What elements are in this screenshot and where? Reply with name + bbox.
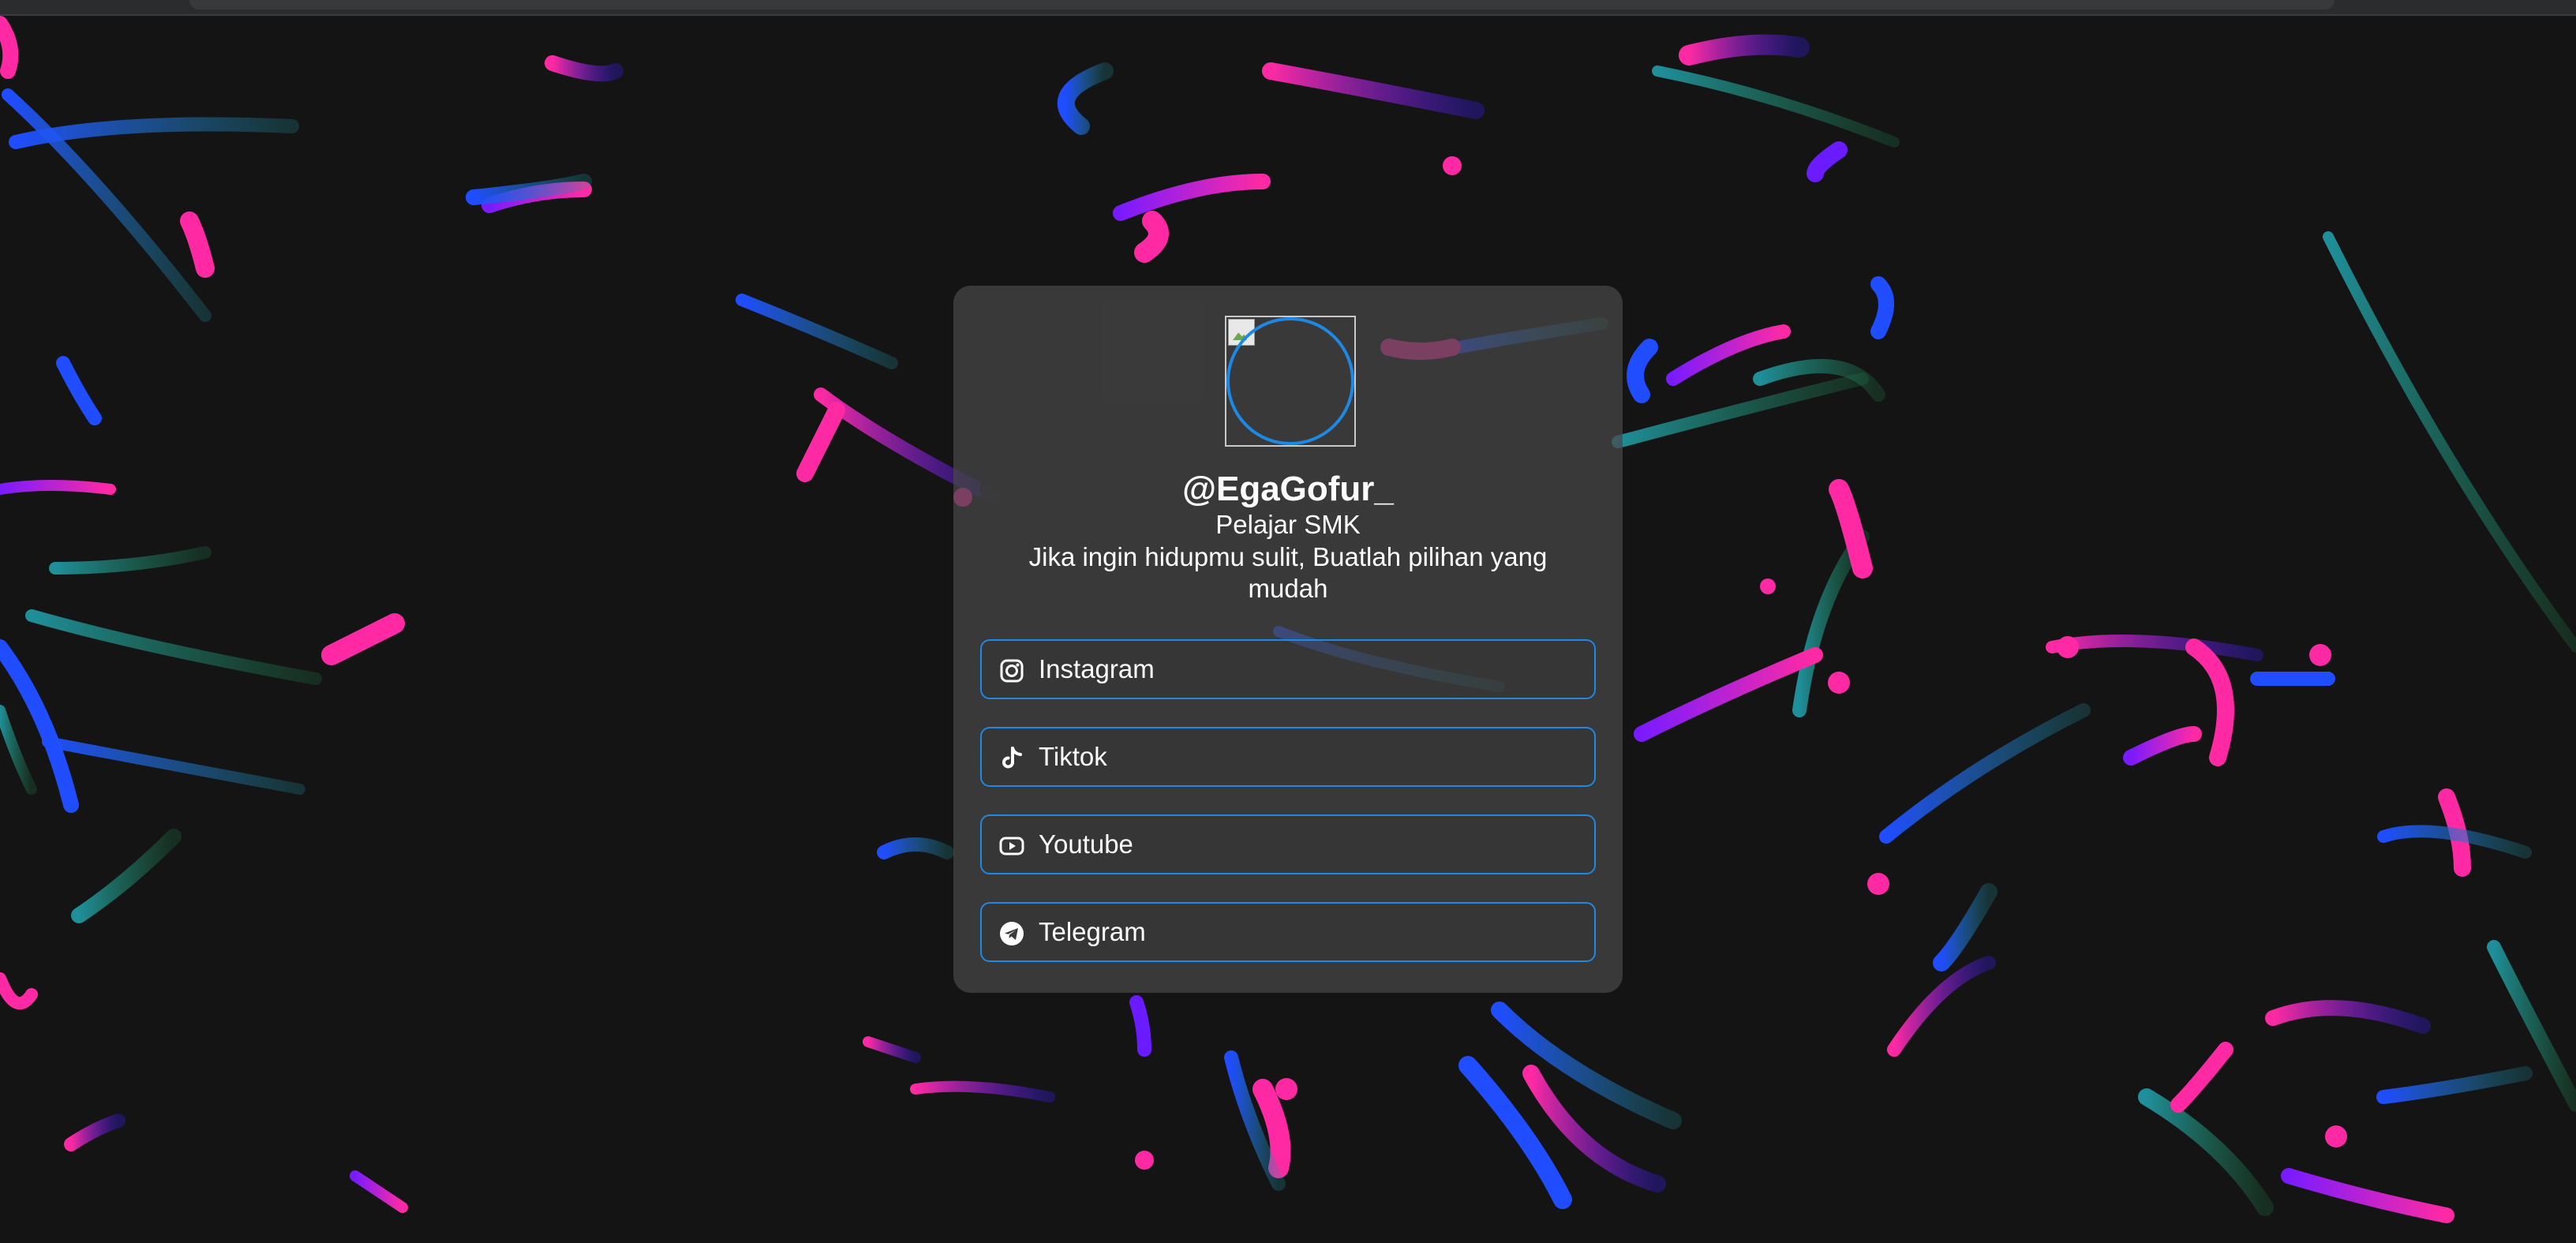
profile-card: @EgaGofur_ Pelajar SMK Jika ingin hidupm… <box>953 286 1623 993</box>
youtube-icon <box>999 837 1024 855</box>
tiktok-link-button[interactable]: Tiktok <box>980 727 1596 787</box>
telegram-link-label: Telegram <box>1039 917 1146 946</box>
tiktok-icon <box>1002 747 1022 769</box>
username: @EgaGofur_ <box>1182 470 1394 508</box>
youtube-link-label: Youtube <box>1039 829 1133 859</box>
tiktok-link-label: Tiktok <box>1039 742 1107 771</box>
profile-info: @EgaGofur_ Pelajar SMK Jika ingin hidupm… <box>980 458 1596 616</box>
avatar <box>1225 316 1356 447</box>
instagram-link-button[interactable]: Instagram <box>980 639 1596 699</box>
telegram-icon <box>1000 922 1024 945</box>
avatar-ring <box>1226 317 1354 445</box>
profile-bio: Jika ingin hidupmu sulit, Buatlah piliha… <box>1028 542 1548 603</box>
profile-role: Pelajar SMK <box>1215 510 1361 539</box>
telegram-link-button[interactable]: Telegram <box>980 902 1596 962</box>
instagram-link-label: Instagram <box>1039 654 1155 683</box>
youtube-link-button[interactable]: Youtube <box>980 814 1596 874</box>
instagram-icon <box>1000 659 1024 683</box>
